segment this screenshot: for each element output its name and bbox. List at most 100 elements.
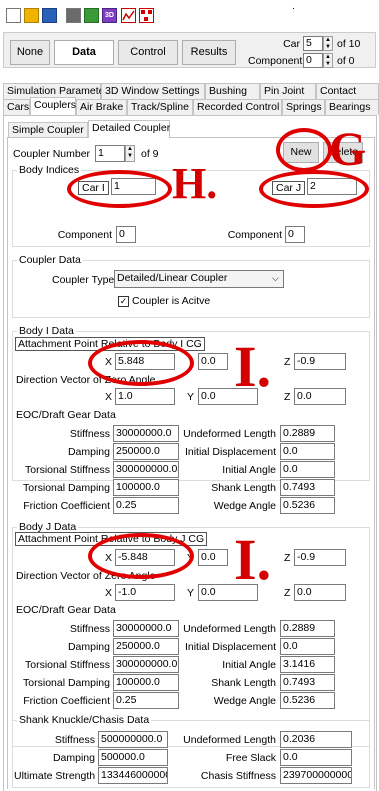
tab-contact[interactable]: Contact xyxy=(316,83,379,99)
body-i-attach-z[interactable]: -0.9 xyxy=(294,353,346,370)
annotation-letter-i-1: I. xyxy=(234,334,272,399)
body-i-wedge-angle[interactable]: 0.5236 xyxy=(280,497,335,514)
body-j-stiffness[interactable]: 30000000.0 xyxy=(113,620,179,637)
coupler-number-spinner[interactable]: ▲ ▼ xyxy=(125,145,135,162)
component-i-input[interactable]: 0 xyxy=(116,226,136,243)
shank-chasis-stiffness-label: Chasis Stiffness xyxy=(200,770,276,782)
body-i-dir-x[interactable]: 1.0 xyxy=(115,388,175,405)
chart-icon[interactable] xyxy=(121,8,136,23)
body-i-attach-y[interactable]: 0.0 xyxy=(198,353,228,370)
tab-3d-window-settings[interactable]: 3D Window Settings xyxy=(101,83,205,99)
subtab-simple-coupler[interactable]: Simple Coupler xyxy=(8,122,88,138)
tab-bushing[interactable]: Bushing xyxy=(205,83,260,99)
body-j-torsional-damping[interactable]: 100000.0 xyxy=(113,674,179,691)
coupler-number-input[interactable]: 1 xyxy=(95,145,125,162)
body-i-dir-z-label: Z xyxy=(284,391,291,403)
annotation-ellipse-g xyxy=(276,128,332,172)
print-icon[interactable] xyxy=(66,8,81,23)
tab-control[interactable]: Control xyxy=(118,40,178,65)
body-i-dir-x-label: X xyxy=(105,391,113,403)
body-i-shank-length[interactable]: 0.7493 xyxy=(280,479,335,496)
car-label: Car xyxy=(283,38,300,50)
body-j-friction[interactable]: 0.25 xyxy=(113,692,179,709)
body-indices-label: Body Indices xyxy=(17,164,82,176)
body-i-initial-displacement[interactable]: 0.0 xyxy=(280,443,335,460)
car-spinner[interactable]: ▲ ▼ xyxy=(323,36,333,51)
body-j-torsional-stiffness[interactable]: 300000000.0 xyxy=(113,656,179,673)
body-i-torsional-stiffness-label: Torsional Stiffness xyxy=(24,464,110,476)
help-icon[interactable] xyxy=(84,8,99,23)
tab-air-brake[interactable]: Air Brake xyxy=(76,99,127,115)
tab-springs[interactable]: Springs xyxy=(282,99,325,115)
body-i-dir-y-label: Y xyxy=(187,391,195,403)
component-spinner[interactable]: ▲ ▼ xyxy=(323,53,333,68)
coupler-number-label: Coupler Number xyxy=(13,148,91,160)
3d-view-icon[interactable]: 3D xyxy=(102,8,117,23)
body-i-undeformed-length[interactable]: 0.2889 xyxy=(280,425,335,442)
body-j-dir-z-label: Z xyxy=(284,587,291,599)
body-j-shank-length[interactable]: 0.7493 xyxy=(280,674,335,691)
body-j-wedge-angle-label: Wedge Angle xyxy=(213,695,276,707)
tab-data[interactable]: Data xyxy=(54,40,114,65)
body-i-shank-length-label: Shank Length xyxy=(211,482,276,494)
tab-results[interactable]: Results xyxy=(182,40,236,65)
body-j-initial-displacement[interactable]: 0.0 xyxy=(280,638,335,655)
tab-recorded-control[interactable]: Recorded Control xyxy=(193,99,282,115)
subtab-detailed-coupler[interactable]: Detailed Coupler xyxy=(88,120,170,138)
body-j-dir-x[interactable]: -1.0 xyxy=(115,584,175,601)
body-j-dir-z[interactable]: 0.0 xyxy=(294,584,346,601)
shank-chasis-stiffness[interactable]: 2397000000000 xyxy=(280,767,352,784)
body-j-torsional-damping-label: Torsional Damping xyxy=(23,677,110,689)
body-i-torsional-damping[interactable]: 100000.0 xyxy=(113,479,179,496)
component-j-input[interactable]: 0 xyxy=(285,226,305,243)
tab-none[interactable]: None xyxy=(10,40,50,65)
shank-stiffness[interactable]: 500000000.0 xyxy=(98,731,168,748)
body-i-initial-angle[interactable]: 0.0 xyxy=(280,461,335,478)
component-j-label: Component xyxy=(227,229,282,241)
chevron-down-icon[interactable]: ⌵ xyxy=(272,273,279,284)
body-i-stiffness[interactable]: 30000000.0 xyxy=(113,425,179,442)
body-j-initial-angle[interactable]: 3.1416 xyxy=(280,656,335,673)
coupler-type-label: Coupler Type xyxy=(52,274,115,286)
component-input[interactable]: 0 xyxy=(303,53,323,68)
body-j-attach-y[interactable]: 0.0 xyxy=(198,549,228,566)
body-i-torsional-stiffness[interactable]: 300000000.0 xyxy=(113,461,179,478)
body-j-undeformed-length-label: Undeformed Length xyxy=(183,623,276,635)
body-j-friction-label: Friction Coefficient xyxy=(23,695,110,707)
body-i-dir-z[interactable]: 0.0 xyxy=(294,388,346,405)
shank-label: Shank Knuckle/Chasis Data xyxy=(17,714,152,726)
body-i-damping-label: Damping xyxy=(67,446,110,458)
shank-ultimate-strength[interactable]: 1334460000000 xyxy=(98,767,168,784)
car-input[interactable]: 5 xyxy=(303,36,323,51)
annotation-ellipse-body-i xyxy=(88,340,194,386)
coupler-active-checkbox[interactable]: ✓ xyxy=(118,296,129,307)
component-count: of 0 xyxy=(337,55,355,67)
new-document-icon[interactable] xyxy=(6,8,21,23)
coupler-type-select[interactable]: Detailed/Linear Coupler xyxy=(114,270,284,288)
body-j-stiffness-label: Stiffness xyxy=(69,623,110,635)
body-j-undeformed-length[interactable]: 0.2889 xyxy=(280,620,335,637)
shank-damping[interactable]: 500000.0 xyxy=(98,749,168,766)
save-icon[interactable] xyxy=(42,8,57,23)
shank-free-slack[interactable]: 0.0 xyxy=(280,749,352,766)
body-i-damping[interactable]: 250000.0 xyxy=(113,443,179,460)
annotation-ellipse-body-j xyxy=(88,533,194,579)
annotation-letter-g: G xyxy=(329,123,367,176)
body-j-attach-z[interactable]: -0.9 xyxy=(294,549,346,566)
body-j-damping-label: Damping xyxy=(67,641,110,653)
body-i-eoc-label: EOC/Draft Gear Data xyxy=(16,409,116,421)
shank-free-slack-label: Free Slack xyxy=(225,752,276,764)
tab-couplers[interactable]: Couplers xyxy=(30,97,76,115)
body-i-friction[interactable]: 0.25 xyxy=(113,497,179,514)
body-j-attach-z-label: Z xyxy=(284,552,291,564)
tab-bearings[interactable]: Bearings xyxy=(325,99,379,115)
tab-cars[interactable]: Cars xyxy=(3,99,30,115)
body-j-damping[interactable]: 250000.0 xyxy=(113,638,179,655)
network-icon[interactable] xyxy=(139,8,154,23)
tab-pin-joint[interactable]: Pin Joint xyxy=(260,83,316,99)
component-i-label: Component xyxy=(57,229,112,241)
shank-undeformed-length[interactable]: 0.2036 xyxy=(280,731,352,748)
body-j-wedge-angle[interactable]: 0.5236 xyxy=(280,692,335,709)
open-folder-icon[interactable] xyxy=(24,8,39,23)
tab-track-spline[interactable]: Track/Spline xyxy=(127,99,193,115)
